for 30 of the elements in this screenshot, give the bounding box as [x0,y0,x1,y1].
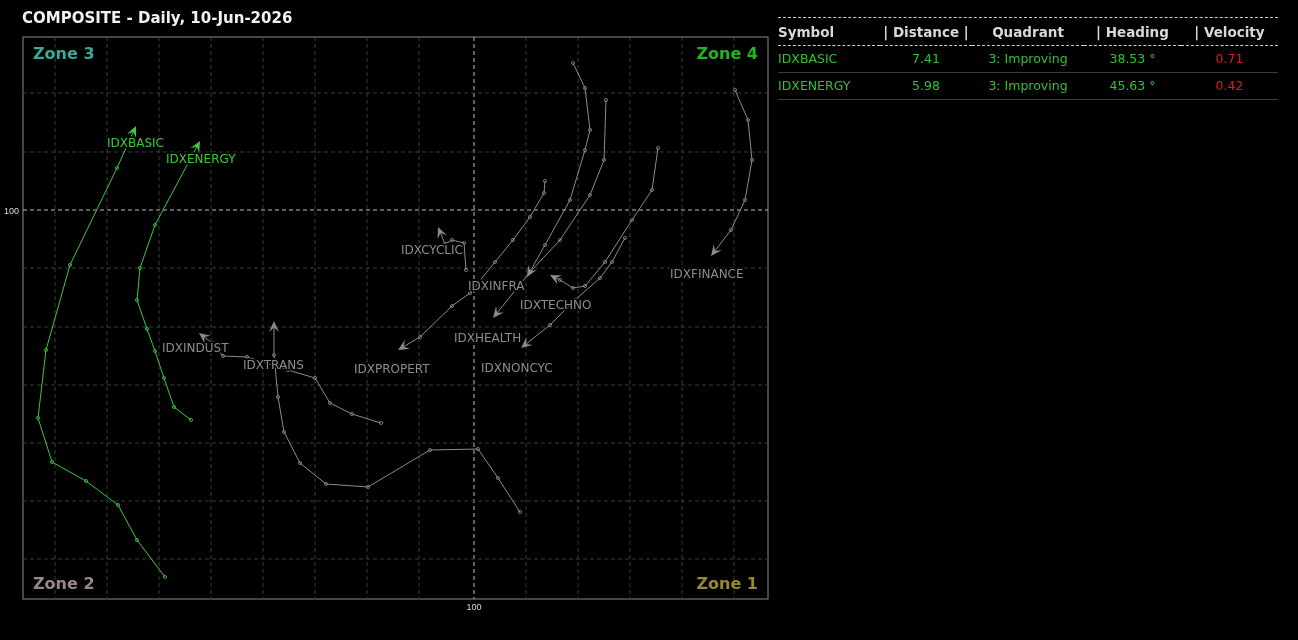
sector-label: IDXENERGY [166,152,236,166]
column-header: | Heading [1084,18,1181,46]
zone-label: Zone 2 [33,574,95,593]
zone-label: Zone 3 [33,44,95,63]
chart-title: COMPOSITE - Daily, 10-Jun-2026 [21,8,293,29]
velocity-cell: 0.42 [1181,73,1278,100]
column-header: | Velocity [1181,18,1278,46]
heading-cell: 38.53 ° [1084,46,1181,73]
symbol-cell: IDXENERGY [778,73,880,100]
x-axis-label: 100 [466,602,482,612]
heading-cell: 45.63 ° [1084,73,1181,100]
sector-label: IDXHEALTH [454,331,522,345]
column-header: Quadrant [972,18,1084,46]
column-header: | Distance | [880,18,972,46]
zone-label: Zone 1 [696,574,758,593]
y-axis-label: 100 [3,206,19,216]
quadrant-cell: 3: Improving [972,46,1084,73]
sector-label: IDXNONCYC [481,361,553,375]
distance-cell: 7.41 [880,46,972,73]
velocity-cell: 0.71 [1181,46,1278,73]
sector-label: IDXPROPERT [354,362,430,376]
quadrant-cell: 3: Improving [972,73,1084,100]
sector-label: IDXINDUST [162,341,229,355]
sector-label: IDXBASIC [107,136,164,150]
zone-label: Zone 4 [696,44,758,63]
distance-cell: 5.98 [880,73,972,100]
sector-label: IDXFINANCE [670,267,744,281]
sector-label: IDXCYCLIC [401,243,463,257]
column-header: Symbol [778,18,880,46]
symbol-cell: IDXBASIC [778,46,880,73]
